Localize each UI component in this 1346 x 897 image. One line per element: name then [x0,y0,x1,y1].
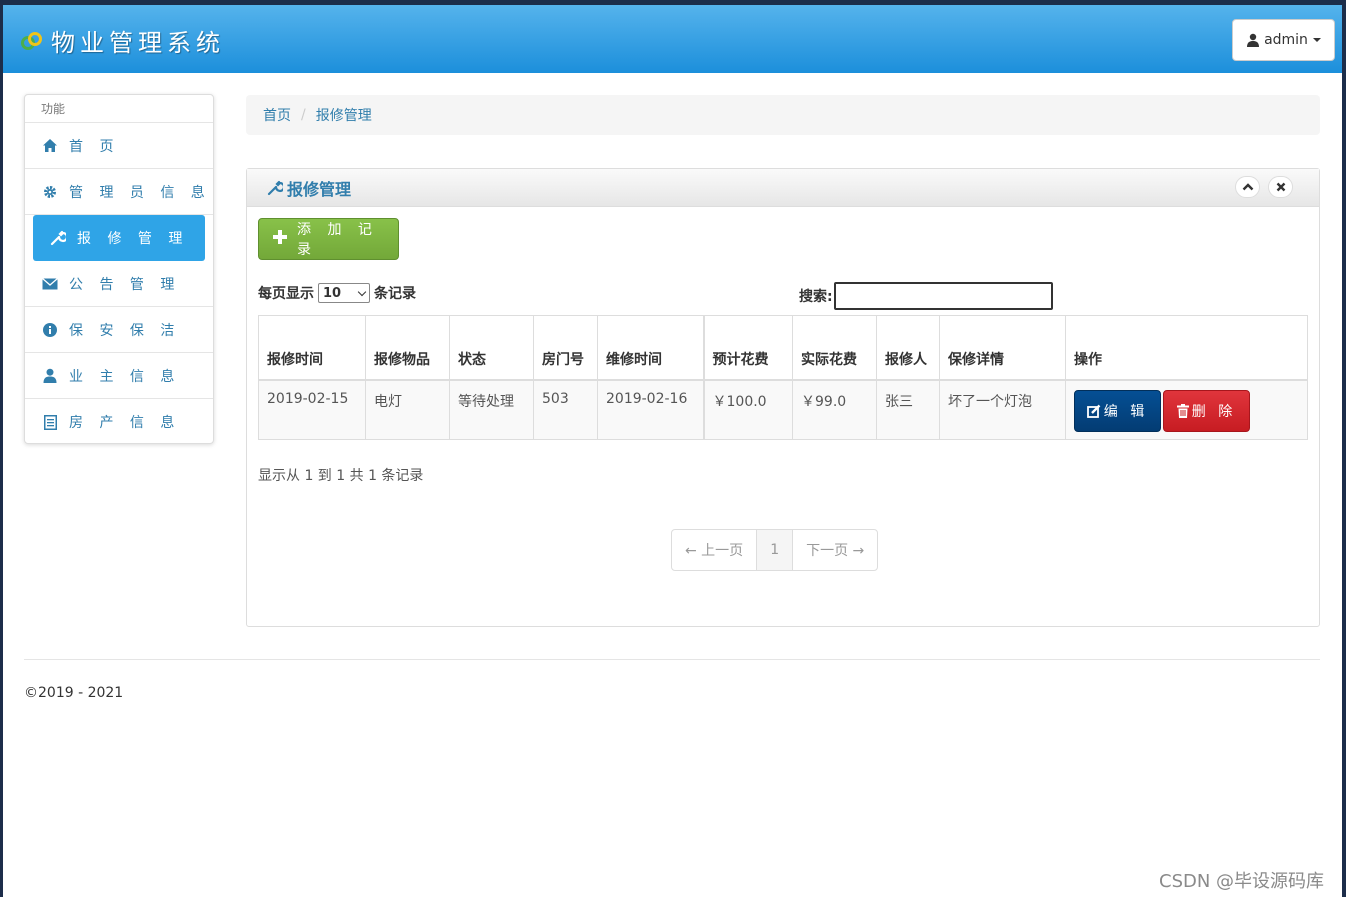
brand[interactable]: 物业管理系统 [21,23,225,58]
next-page-button[interactable]: 下一页 → [793,530,877,570]
cell-reporter: 张三 [876,379,940,440]
table-info: 显示从 1 到 1 共 1 条记录 [258,468,424,484]
cell-room: 503 [533,379,598,440]
chevron-up-icon [1242,183,1253,191]
breadcrumb-current[interactable]: 报修管理 [316,105,372,125]
cell-act-cost: ￥99.0 [792,379,877,440]
column-header[interactable]: 报修物品 [365,315,450,381]
cell-est-cost: ￥100.0 [702,379,793,440]
chevron-down-icon [357,287,367,296]
column-header[interactable]: 实际花费 [792,315,877,381]
add-record-button[interactable]: 添 加 记 录 [258,218,399,260]
logo-icon [21,29,45,53]
home-icon [41,138,59,153]
close-button[interactable] [1268,176,1293,198]
column-header[interactable]: 房门号 [533,315,598,381]
column-header[interactable]: 操作 [1065,315,1308,381]
sidebar-item-notice[interactable]: 公 告 管 理 [25,261,213,307]
search-input[interactable] [833,282,1053,310]
wrench-icon [267,180,283,195]
cell-detail: 坏了一个灯泡 [939,379,1066,440]
sidebar-heading: 功能 [25,95,213,123]
app-window: 物业管理系统 admin 功能 首 页 管 理 员 信 息 报 修 管 理 公 … [3,5,1342,897]
sidebar: 功能 首 页 管 理 员 信 息 报 修 管 理 公 告 管 理 保 安 保 洁… [24,94,214,444]
watermark: CSDN @毕设源码库 [1159,871,1325,892]
column-header[interactable]: 报修人 [876,315,940,381]
page-length-select[interactable]: 10 [318,283,370,303]
sidebar-item-label: 公 告 管 理 [69,276,181,293]
close-icon [1276,182,1285,192]
search-control: 搜索: [799,282,1053,310]
repair-panel: 报修管理 添 加 记 录 每页显示 10 条记录 搜索: 报修时间 报修物品 状… [246,168,1320,627]
footer-divider [24,659,1320,660]
trash-icon [1176,403,1189,418]
column-header[interactable]: 报修时间 [258,315,366,381]
delete-button[interactable]: 删 除 [1163,389,1250,432]
sidebar-item-label: 报 修 管 理 [77,231,189,247]
gear-icon [41,185,59,199]
column-header[interactable]: 状态 [449,315,534,381]
breadcrumb-separator: / [301,107,306,123]
cell-report-time: 2019-02-15 [258,379,366,440]
user-icon [41,368,59,383]
delete-label: 删 除 [1191,403,1237,420]
footer-copyright: ©2019 - 2021 [24,685,124,701]
page-length-control: 每页显示 10 条记录 [258,283,416,303]
sidebar-item-property[interactable]: 房 产 信 息 [25,399,213,445]
page-number-button[interactable]: 1 [756,530,794,570]
user-menu-button[interactable]: admin [1232,19,1335,61]
plus-icon [273,230,287,248]
breadcrumb-home-link[interactable]: 首页 [263,105,291,125]
sidebar-item-label: 保 安 保 洁 [69,322,181,339]
top-navbar: 物业管理系统 admin [3,5,1342,73]
pagination: ← 上一页 1 下一页 → [671,529,879,571]
table-row: 2019-02-15 电灯 等待处理 503 2019-02-16 ￥100.0… [258,379,1308,440]
user-name: admin [1264,32,1308,48]
cell-repair-time: 2019-02-16 [597,379,704,440]
app-title: 物业管理系统 [51,29,225,57]
edit-icon [1086,404,1101,418]
sidebar-item-owner[interactable]: 业 主 信 息 [25,353,213,399]
info-icon [41,322,59,337]
panel-header: 报修管理 [247,169,1319,207]
edit-button[interactable]: 编 辑 [1074,389,1161,432]
sidebar-item-label: 业 主 信 息 [69,368,181,385]
page-length-prefix: 每页显示 [258,286,314,302]
column-header[interactable]: 维修时间 [597,315,704,381]
sidebar-item-label: 管 理 员 信 息 [69,184,211,201]
add-record-label: 添 加 记 录 [297,222,378,258]
column-header[interactable]: 保修详情 [939,315,1066,381]
table-header-row: 报修时间 报修物品 状态 房门号 维修时间 预计花费 实际花费 报修人 保修详情… [258,315,1308,381]
page-length-suffix: 条记录 [374,286,416,302]
cell-actions: 编 辑 删 除 [1065,379,1308,440]
sidebar-item-home[interactable]: 首 页 [25,123,213,169]
sidebar-item-label: 房 产 信 息 [69,415,181,431]
sidebar-item-repair[interactable]: 报 修 管 理 [33,215,205,261]
sidebar-item-label: 首 页 [69,138,120,155]
edit-label: 编 辑 [1103,403,1149,420]
collapse-button[interactable] [1235,176,1260,198]
cell-status: 等待处理 [449,379,534,440]
list-icon [41,414,59,430]
repair-table: 报修时间 报修物品 状态 房门号 维修时间 预计花费 实际花费 报修人 保修详情… [258,315,1308,440]
wrench-icon [49,230,67,246]
page-length-value: 10 [323,285,342,301]
envelope-icon [41,277,59,290]
caret-down-icon [1312,38,1321,42]
sidebar-item-security[interactable]: 保 安 保 洁 [25,307,213,353]
prev-page-button[interactable]: ← 上一页 [672,530,756,570]
search-label: 搜索: [799,289,833,305]
cell-item: 电灯 [365,379,450,440]
user-icon [1247,33,1260,47]
panel-title: 报修管理 [287,179,352,199]
column-header[interactable]: 预计花费 [702,315,793,381]
breadcrumb: 首页 / 报修管理 [246,95,1320,135]
sidebar-item-admin[interactable]: 管 理 员 信 息 [25,169,213,215]
